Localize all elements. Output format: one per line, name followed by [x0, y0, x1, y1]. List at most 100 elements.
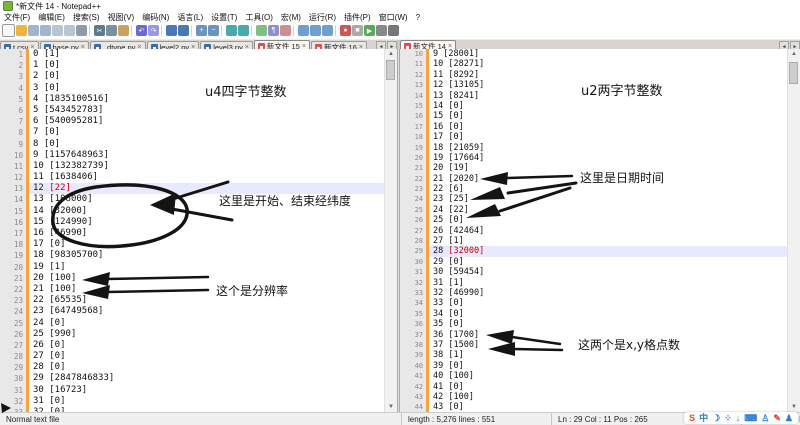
editor-line[interactable]: 1716 [46990] [0, 228, 385, 239]
left-scroll-thumb[interactable] [386, 60, 395, 80]
editor-line[interactable]: 109 [1157648963] [0, 150, 385, 161]
menu-item-7[interactable]: 设置(T) [207, 12, 241, 23]
editor-line[interactable]: 2726 [0] [0, 340, 385, 351]
title-bar[interactable]: *新文件 14 - Notepad++ [0, 0, 800, 12]
editor-line[interactable]: 32 [0] [0, 71, 385, 82]
editor-line[interactable]: 1615 [0] [400, 111, 788, 121]
editor-line[interactable]: 21 [0] [0, 60, 385, 71]
save-icon[interactable] [28, 25, 39, 36]
editor-line[interactable]: 3029 [0] [400, 257, 788, 267]
menu-item-8[interactable]: 工具(O) [241, 12, 277, 23]
chinese-mode-icon[interactable]: 中 [699, 414, 708, 423]
editor-line[interactable]: 2524 [22] [400, 205, 788, 215]
scroll-down-arrow-icon[interactable]: ▼ [788, 402, 800, 412]
menu-item-2[interactable]: 编辑(E) [34, 12, 69, 23]
sogou-logo-icon[interactable]: S [689, 414, 695, 423]
menu-item-12[interactable]: 窗口(W) [375, 12, 412, 23]
indent-guide-icon[interactable] [280, 25, 291, 36]
editor-line[interactable]: 2625 [0] [400, 215, 788, 225]
editor-line[interactable]: 3130 [16723] [0, 385, 385, 396]
save-all-icon[interactable] [40, 25, 51, 36]
download-icon[interactable]: ↓ [736, 414, 741, 423]
editor-line[interactable]: 4140 [100] [400, 371, 788, 381]
paste-icon[interactable] [118, 25, 129, 36]
print-icon[interactable] [76, 25, 87, 36]
editor-line[interactable]: 76 [540095281] [0, 116, 385, 127]
social-icon[interactable]: ♟ [785, 414, 793, 423]
word-wrap-icon[interactable] [256, 25, 267, 36]
menu-item-13[interactable]: ? [412, 13, 424, 22]
editor-line[interactable]: 2019 [17664] [400, 153, 788, 163]
editor-line[interactable]: 2928 [32000] [400, 246, 788, 256]
menu-item-1[interactable]: 文件(F) [0, 12, 34, 23]
right-scroll-thumb[interactable] [789, 62, 798, 84]
doc-map-icon[interactable] [310, 25, 321, 36]
editor-line[interactable]: 2221 [100] [0, 284, 385, 295]
right-vertical-scrollbar[interactable]: ▲ ▼ [787, 49, 800, 412]
editor-line[interactable]: 2726 [42464] [400, 226, 788, 236]
zoom-in-icon[interactable]: + [196, 25, 207, 36]
menu-item-5[interactable]: 编码(N) [138, 12, 173, 23]
redo-icon[interactable]: ↷ [148, 25, 159, 36]
editor-line[interactable]: 65 [543452783] [0, 105, 385, 116]
menu-item-4[interactable]: 视图(V) [104, 12, 139, 23]
editor-line[interactable]: 2322 [65535] [0, 295, 385, 306]
editor-line[interactable]: 1211 [1638406] [0, 172, 385, 183]
skin-brush-icon[interactable]: ✎ [773, 414, 781, 423]
editor-line[interactable]: 4443 [0] [400, 402, 788, 412]
editor-line[interactable]: 43 [0] [0, 83, 385, 94]
editor-line[interactable]: 1817 [0] [0, 239, 385, 250]
function-list-icon[interactable] [298, 25, 309, 36]
editor-line[interactable]: 1615 [124990] [0, 217, 385, 228]
cut-icon[interactable]: ✂ [94, 25, 105, 36]
editor-line[interactable]: 3534 [0] [400, 309, 788, 319]
macro-run-multiple-icon[interactable] [388, 25, 399, 36]
editor-line[interactable]: 1918 [21059] [400, 143, 788, 153]
editor-line[interactable]: 1110 [28271] [400, 59, 788, 69]
menu-item-6[interactable]: 语言(L) [173, 12, 207, 23]
editor-line[interactable]: 4039 [0] [400, 361, 788, 371]
editor-line[interactable]: 1514 [0] [400, 101, 788, 111]
macro-stop-icon[interactable]: ■ [352, 25, 363, 36]
editor-line[interactable]: 2625 [990] [0, 329, 385, 340]
left-vertical-scrollbar[interactable]: ▲ ▼ [384, 49, 397, 412]
editor-line[interactable]: 2524 [0] [0, 318, 385, 329]
editor-line[interactable]: 87 [0] [0, 127, 385, 138]
open-folder-icon[interactable] [16, 25, 27, 36]
undo-icon[interactable]: ↶ [136, 25, 147, 36]
menu-item-11[interactable]: 插件(P) [340, 12, 375, 23]
menu-item-3[interactable]: 搜索(S) [69, 12, 104, 23]
editor-line[interactable]: 54 [1835100516] [0, 94, 385, 105]
doc-list-icon[interactable] [322, 25, 333, 36]
editor-line[interactable]: 2423 [64749568] [0, 306, 385, 317]
sync-scroll-h-icon[interactable] [238, 25, 249, 36]
macro-record-icon[interactable]: ● [340, 25, 351, 36]
macro-play-icon[interactable]: ▶ [364, 25, 375, 36]
soft-keyboard-icon[interactable]: ⌨ [744, 414, 757, 423]
account-icon[interactable]: ♙ [761, 414, 769, 423]
editor-line[interactable]: 1918 [98305700] [0, 250, 385, 261]
menu-item-9[interactable]: 宏(M) [277, 12, 305, 23]
show-all-chars-icon[interactable]: ¶ [268, 25, 279, 36]
editor-line[interactable]: 2019 [1] [0, 262, 385, 273]
find-icon[interactable] [166, 25, 177, 36]
new-file-icon[interactable] [2, 24, 15, 37]
scroll-down-arrow-icon[interactable]: ▼ [385, 402, 397, 412]
editor-line[interactable]: 3231 [0] [0, 396, 385, 407]
scroll-up-arrow-icon[interactable]: ▲ [385, 49, 397, 59]
editor-line[interactable]: 1110 [132382739] [0, 161, 385, 172]
right-text-area[interactable]: 109 [28001]1110 [28271]1211 [8292]1312 [… [400, 49, 788, 412]
editor-line[interactable]: 1211 [8292] [400, 70, 788, 80]
editor-line[interactable]: 109 [28001] [400, 49, 788, 59]
editor-line[interactable]: 3029 [2847846833] [0, 373, 385, 384]
editor-line[interactable]: 2827 [0] [0, 351, 385, 362]
editor-line[interactable]: 1817 [0] [400, 132, 788, 142]
menu-item-10[interactable]: 运行(R) [305, 12, 340, 23]
editor-line[interactable]: 3332 [46990] [400, 288, 788, 298]
copy-icon[interactable] [106, 25, 117, 36]
editor-line[interactable]: 4241 [0] [400, 382, 788, 392]
editor-line[interactable]: 3231 [1] [400, 278, 788, 288]
night-mode-icon[interactable]: ☽ [712, 414, 720, 423]
zoom-out-icon[interactable]: − [208, 25, 219, 36]
left-text-area[interactable]: 10 [1]21 [0]32 [0]43 [0]54 [1835100516]6… [0, 49, 385, 412]
